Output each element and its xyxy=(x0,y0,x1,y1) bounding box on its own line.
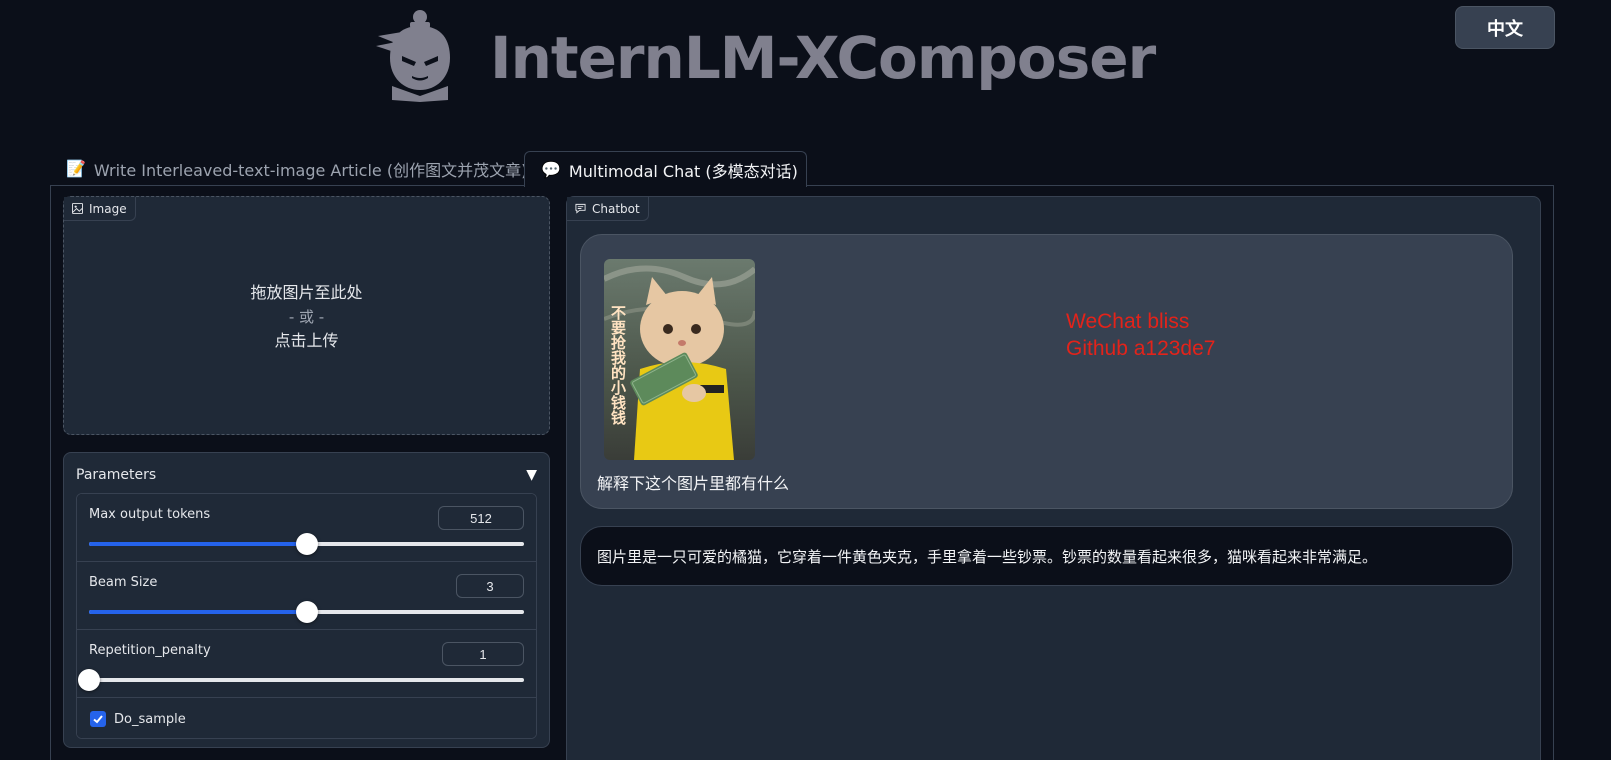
tab-multimodal-chat-label: Multimodal Chat (多模态对话) xyxy=(568,161,798,181)
language-toggle-button[interactable]: 中文 xyxy=(1455,6,1555,49)
max-tokens-input[interactable] xyxy=(438,506,524,530)
max-tokens-slider[interactable] xyxy=(89,533,524,555)
click-upload-text: 点击上传 xyxy=(274,331,339,350)
chatbot-panel: Chatbot 不要抢我的小钱钱 WeChat bliss Github a12… xyxy=(566,196,1541,760)
memo-icon: 📝 xyxy=(66,159,86,178)
user-message-text: 解释下这个图片里都有什么 xyxy=(597,474,790,493)
image-label-text: Image xyxy=(89,201,127,216)
tab-write-article-label: Write Interleaved-text-image Article (创作… xyxy=(93,160,528,180)
cat-image[interactable]: 不要抢我的小钱钱 xyxy=(604,259,755,460)
tab-multimodal-chat[interactable]: 💬 Multimodal Chat (多模态对话) xyxy=(524,151,807,187)
slider-thumb[interactable] xyxy=(295,601,318,623)
tab-write-article[interactable]: 📝 Write Interleaved-text-image Article (… xyxy=(50,151,528,186)
beam-size-param: Beam Size xyxy=(77,562,536,630)
speech-bubble-icon: 💬 xyxy=(541,160,561,179)
max-tokens-label: Max output tokens xyxy=(89,507,211,522)
chatbot-block-label: Chatbot xyxy=(567,197,649,221)
beam-size-slider[interactable] xyxy=(89,601,524,623)
repetition-penalty-param: Repetition_penalty xyxy=(77,630,536,698)
checkmark-icon xyxy=(93,715,103,724)
do-sample-label: Do_sample xyxy=(114,711,186,727)
app-title: InternLM-XComposer xyxy=(490,24,1156,92)
internlm-logo-icon xyxy=(372,6,468,102)
image-block-label: Image xyxy=(64,197,136,221)
svg-text:不要抢我的小钱钱: 不要抢我的小钱钱 xyxy=(609,305,627,426)
chatbot-label-text: Chatbot xyxy=(592,201,640,216)
bot-message-text: 图片里是一只可爱的橘猫，它穿着一件黄色夹克，手里拿着一些钞票。钞票的数量看起来很… xyxy=(597,547,1378,566)
slider-fill xyxy=(89,610,307,614)
image-upload-dropzone[interactable]: Image 拖放图片至此处 - 或 - 点击上传 xyxy=(63,196,550,435)
drop-text: 拖放图片至此处 xyxy=(250,283,363,302)
chat-icon xyxy=(575,203,586,214)
beam-size-label: Beam Size xyxy=(89,575,158,590)
max-tokens-param: Max output tokens xyxy=(77,494,536,562)
do-sample-checkbox[interactable] xyxy=(90,711,106,727)
repetition-penalty-slider[interactable] xyxy=(78,669,524,691)
beam-size-input[interactable] xyxy=(456,574,524,598)
repetition-penalty-input[interactable] xyxy=(442,642,524,666)
user-message: 不要抢我的小钱钱 WeChat bliss Github a123de7 解释下… xyxy=(580,234,1513,509)
tab-bar: 📝 Write Interleaved-text-image Article (… xyxy=(50,151,1554,187)
bot-message: 图片里是一只可爱的橘猫，它穿着一件黄色夹克，手里拿着一些钞票。钞票的数量看起来很… xyxy=(580,526,1513,586)
slider-thumb[interactable] xyxy=(295,533,318,555)
repetition-penalty-label: Repetition_penalty xyxy=(89,643,211,658)
parameters-title[interactable]: Parameters xyxy=(76,467,156,483)
image-icon xyxy=(72,203,83,214)
collapse-triangle-icon[interactable]: ▼ xyxy=(526,467,537,483)
slider-fill xyxy=(89,542,307,546)
parameters-group: Max output tokens Beam Size Repetition_p… xyxy=(76,493,537,739)
parameters-accordion: Parameters ▼ Max output tokens Beam Size… xyxy=(63,452,550,748)
do-sample-row: Do_sample xyxy=(77,698,536,738)
upload-instructions: 拖放图片至此处 - 或 - 点击上传 xyxy=(64,281,549,353)
or-text: - 或 - xyxy=(288,308,325,326)
slider-thumb[interactable] xyxy=(78,669,100,691)
watermark-text: WeChat bliss Github a123de7 xyxy=(1066,310,1216,360)
